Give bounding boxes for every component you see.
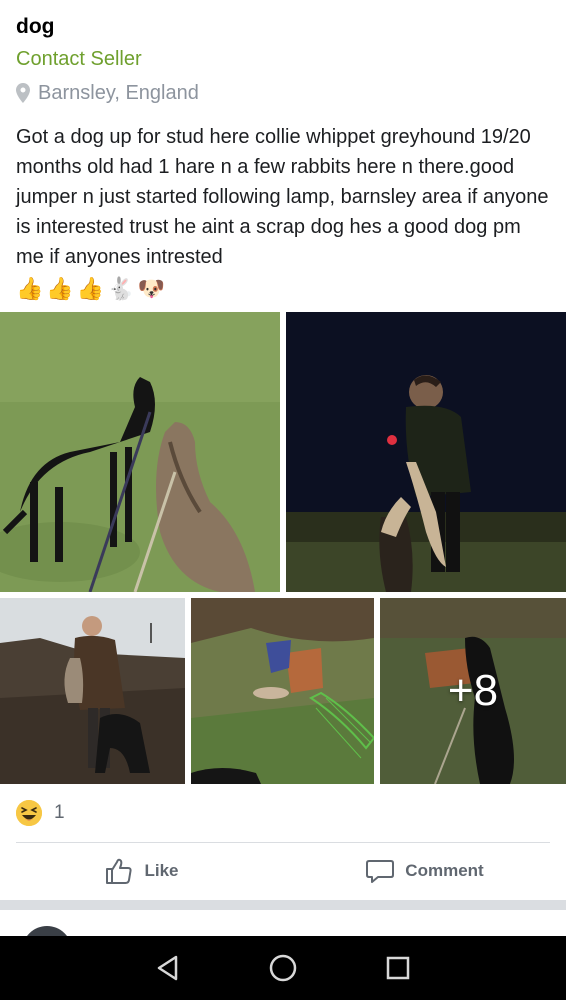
thumbs-up-emoji: 👍 [46,276,74,301]
avatar[interactable] [22,926,72,936]
description-text: Got a dog up for stud here collie whippe… [16,126,549,268]
photo-more[interactable]: +8 [380,598,566,784]
thumbs-up-emoji: 👍 [76,276,105,301]
photo-night-hare[interactable] [286,312,566,592]
like-button[interactable]: Like [0,848,283,894]
haha-reaction-icon [16,800,42,826]
map-pin-icon [16,83,30,103]
photo-grid: +8 [0,312,566,784]
photo-gear-on-ground[interactable] [191,598,374,784]
post-header: dog Contact Seller Barnsley, England [0,0,566,108]
photo-man-with-rabbit[interactable] [0,598,185,784]
more-photos-count: +8 [447,666,499,715]
photo-dogs-on-grass[interactable] [0,312,280,592]
section-gap [0,900,566,910]
reactions-summary[interactable]: 1 [16,797,65,829]
android-nav-bar [0,936,566,1000]
emoji-row: 👍 👍 👍 🐇 🐶 [16,272,550,306]
rabbit-emoji: 🐇 [107,276,135,301]
contact-seller-link[interactable]: Contact Seller [16,42,550,76]
nav-recents-icon[interactable] [378,948,418,988]
thumbs-up-emoji: 👍 [16,276,44,301]
like-label: Like [144,861,179,880]
location-text: Barnsley, England [38,81,199,104]
reaction-count: 1 [54,802,65,823]
nav-home-icon[interactable] [263,948,303,988]
post-title: dog [16,15,55,38]
nav-back-icon[interactable] [148,948,188,988]
post-description: Got a dog up for stud here collie whippe… [0,108,566,306]
post-actions: Like Comment [0,848,566,894]
location-row: Barnsley, England [16,78,550,108]
thumbs-up-icon [106,858,133,884]
speech-bubble-icon [366,860,395,883]
next-post-preview [0,910,566,936]
divider [16,842,550,843]
comment-label: Comment [405,861,484,880]
dog-face-emoji: 🐶 [137,276,166,301]
comment-button[interactable]: Comment [283,848,566,894]
